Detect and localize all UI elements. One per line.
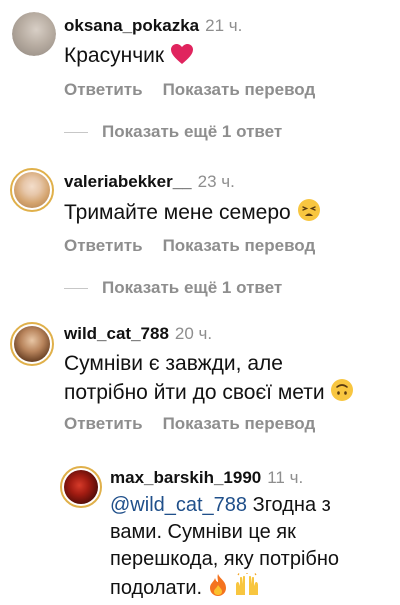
comment-actions: Ответить Показать перевод	[64, 236, 315, 256]
avatar[interactable]	[12, 12, 56, 56]
upside-down-face-emoji-icon	[330, 378, 354, 410]
avatar-image	[14, 326, 50, 362]
comment-text-content: потрібно йти до своєї мети	[64, 381, 325, 404]
reply-text: @wild_cat_788 Згодна з вами. Сумніви це …	[110, 492, 339, 605]
divider-line	[64, 288, 88, 290]
show-translation-button[interactable]: Показать перевод	[163, 414, 316, 433]
reply-button[interactable]: Ответить	[64, 80, 143, 99]
show-more-replies-label[interactable]: Показать ещё 1 ответ	[102, 122, 282, 141]
username-text[interactable]: max_barskih_1990	[110, 468, 261, 487]
comment-username[interactable]: oksana_pokazka 21 ч.	[64, 16, 242, 36]
avatar-image	[64, 470, 98, 504]
comment-time: 20 ч.	[174, 324, 213, 343]
show-more-replies-button[interactable]: Показать ещё 1 ответ	[64, 122, 282, 142]
avatar-image	[12, 12, 56, 56]
comment-text-line: Сумніви є завжди, але	[64, 352, 283, 375]
reply-button[interactable]: Ответить	[64, 236, 143, 255]
reply-text-line: @wild_cat_788 Згодна з	[110, 492, 339, 519]
comment-text: Тримайте мене семеро	[64, 198, 321, 230]
avatar[interactable]	[10, 322, 54, 366]
comment-text-content: Тримайте мене семеро	[64, 201, 291, 224]
raised-hands-emoji-icon	[233, 573, 261, 605]
reply-text-line: перешкода, яку потрібно	[110, 548, 340, 570]
show-more-replies-button[interactable]: Показать ещё 1 ответ	[64, 278, 282, 298]
comment-text: Сумніви є завжди, але потрібно йти до св…	[64, 350, 354, 410]
reply-username[interactable]: max_barskih_1990 11 ч.	[110, 468, 303, 488]
comment-actions: Ответить Показать перевод	[64, 80, 315, 100]
mention-link[interactable]: @wild_cat_788	[110, 494, 247, 516]
comment-actions: Ответить Показать перевод	[64, 414, 315, 434]
comment-username[interactable]: valeriabekker__ 23 ч.	[64, 172, 235, 192]
username-text[interactable]: oksana_pokazka	[64, 16, 199, 35]
show-translation-button[interactable]: Показать перевод	[163, 80, 316, 99]
comment-text: Красунчик	[64, 42, 194, 73]
username-text[interactable]: valeriabekker__	[64, 172, 192, 191]
show-more-replies-label[interactable]: Показать ещё 1 ответ	[102, 278, 282, 297]
fire-emoji-icon	[208, 573, 228, 605]
comment-time: 23 ч.	[197, 172, 235, 191]
comment-time: 21 ч.	[205, 16, 243, 35]
show-translation-button[interactable]: Показать перевод	[163, 236, 316, 255]
comment-username[interactable]: wild_cat_788 20 ч.	[64, 324, 212, 344]
divider-line	[64, 132, 88, 134]
avatar[interactable]	[10, 168, 54, 212]
avatar-image	[14, 172, 50, 208]
reply-text-line: вами. Сумніви це як	[110, 521, 296, 543]
tired-face-emoji-icon	[297, 198, 321, 230]
comment-text-line: потрібно йти до своєї мети	[64, 378, 354, 410]
avatar[interactable]	[60, 466, 102, 508]
reply-text-content: Згодна з	[252, 494, 331, 516]
reply-text-line: подолати.	[110, 573, 339, 605]
red-heart-emoji-icon	[170, 43, 194, 73]
reply-text-content: подолати.	[110, 577, 203, 599]
reply-time: 11 ч.	[267, 468, 304, 487]
comment-text-content: Красунчик	[64, 44, 165, 67]
username-text[interactable]: wild_cat_788	[64, 324, 169, 343]
reply-button[interactable]: Ответить	[64, 414, 143, 433]
